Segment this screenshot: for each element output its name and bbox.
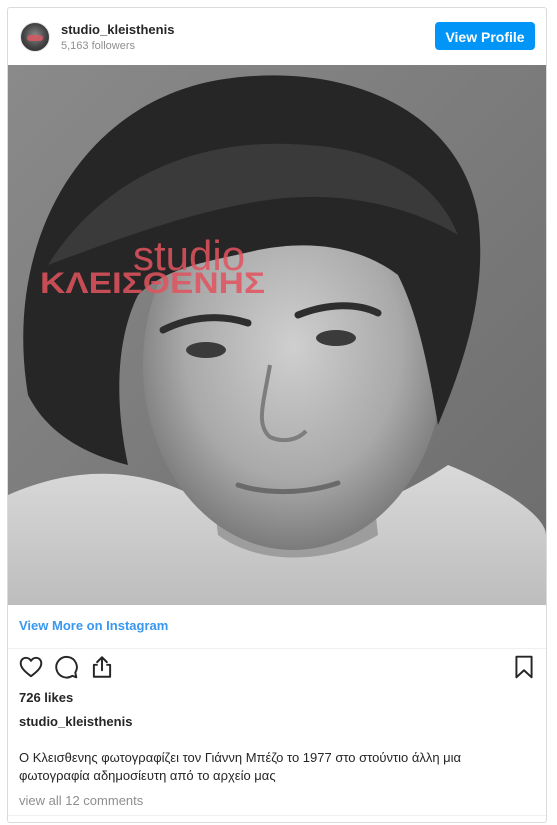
view-more-row: View More on Instagram: [8, 606, 546, 649]
post-header: studio_kleisthenis 5,163 followers View …: [8, 8, 546, 65]
like-count[interactable]: 726 likes: [19, 690, 73, 705]
post-photo[interactable]: studio ΚΛΕΙΣΘΕΝΗΣ: [8, 65, 546, 605]
action-bar: [8, 654, 546, 684]
heart-icon[interactable]: [18, 654, 44, 680]
profile-username[interactable]: studio_kleisthenis: [61, 22, 174, 37]
instagram-embed-card: studio_kleisthenis 5,163 followers View …: [7, 7, 547, 823]
card-bottom-divider: [8, 815, 546, 822]
view-profile-button[interactable]: View Profile: [435, 22, 535, 50]
caption-username[interactable]: studio_kleisthenis: [19, 714, 132, 729]
view-comments-link[interactable]: view all 12 comments: [19, 793, 143, 808]
comment-icon[interactable]: [53, 654, 79, 680]
avatar[interactable]: [20, 22, 50, 52]
share-icon[interactable]: [89, 654, 115, 680]
post-caption: Ο Κλεισθενης φωτογραφίζει τον Γιάννη Μπέ…: [19, 750, 462, 783]
follower-count: 5,163 followers: [61, 40, 135, 52]
bookmark-icon[interactable]: [511, 654, 537, 680]
portrait-image: studio ΚΛΕΙΣΘΕΝΗΣ: [8, 65, 546, 605]
view-more-link[interactable]: View More on Instagram: [19, 618, 168, 633]
studio-logo-line2: ΚΛΕΙΣΘΕΝΗΣ: [40, 267, 265, 300]
